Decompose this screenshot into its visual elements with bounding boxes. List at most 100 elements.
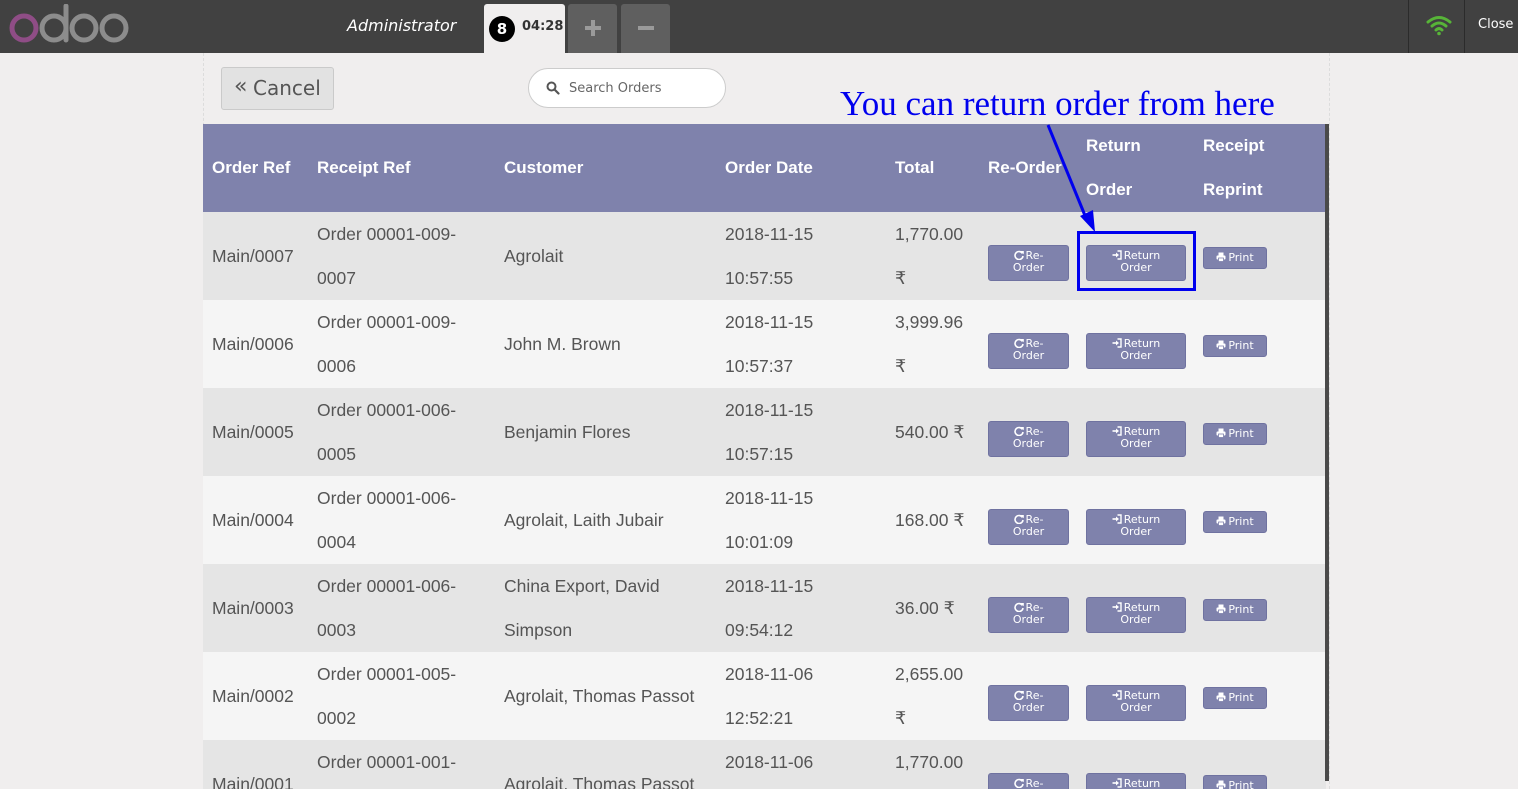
receipt-ref-line1: Order 00001-006- xyxy=(317,400,457,420)
order-time: 04:28 xyxy=(522,19,564,34)
reorder-button[interactable]: Re-Order xyxy=(988,773,1069,789)
cancel-button[interactable]: « Cancel xyxy=(221,67,334,110)
print-label: Print xyxy=(1228,339,1254,352)
total-cell: 1,770.00 xyxy=(895,752,964,772)
print-receipt-button[interactable]: Print xyxy=(1203,247,1267,269)
col-header-receipt-line1: Receipt xyxy=(1203,136,1265,155)
search-orders-input[interactable] xyxy=(569,78,719,98)
cashier-name[interactable]: Administrator xyxy=(347,16,456,35)
divider xyxy=(1464,0,1465,53)
col-header-customer: Customer xyxy=(504,158,584,177)
reorder-label-line2: Order xyxy=(1012,525,1045,538)
sign-in-icon xyxy=(1112,778,1122,788)
total-line1: 1,770.00 xyxy=(895,224,964,244)
order-date-cell: 2018-11-15 xyxy=(725,488,814,508)
reorder-button[interactable]: Re-Order xyxy=(988,333,1069,369)
annotation-text: You can return order from here xyxy=(840,84,1275,123)
print-receipt-button[interactable]: Print xyxy=(1203,511,1267,533)
col-header-receipt-line2: Reprint xyxy=(1203,180,1263,199)
table-body: Main/0007 Order 00001-009- 0007 Agrolait 201… xyxy=(203,212,1326,789)
table-header: Order Ref Receipt Ref Customer Order Dat… xyxy=(203,124,1326,212)
order-date-cell: 2018-11-15 xyxy=(725,576,814,596)
print-receipt-button[interactable]: Print xyxy=(1203,423,1267,445)
refresh-icon xyxy=(1013,602,1024,612)
print-icon xyxy=(1216,780,1226,789)
return-label-line2: Order xyxy=(1120,525,1152,538)
order-time-cell: 10:57:15 xyxy=(725,444,794,464)
reorder-button[interactable]: Re-Order xyxy=(988,509,1069,545)
sign-in-icon xyxy=(1112,514,1122,524)
return-label-line2: Order xyxy=(1120,349,1152,362)
annotation-arrow xyxy=(1046,124,1095,232)
print-icon xyxy=(1216,692,1226,702)
table-row[interactable]: Main/0004 Order 00001-006- 0004 Agrolait, L… xyxy=(203,476,1326,564)
return-order-button[interactable]: ReturnOrder xyxy=(1086,333,1186,369)
print-icon xyxy=(1216,428,1226,438)
table-row[interactable]: Main/0005 Order 00001-006- 0005 Benjamin Fl… xyxy=(203,388,1326,476)
customer-cell: John M. Brown xyxy=(504,334,621,354)
print-receipt-button[interactable]: Print xyxy=(1203,687,1267,709)
col-header-receipt-ref: Receipt Ref xyxy=(317,158,411,177)
print-icon xyxy=(1216,340,1226,350)
order-tab-active[interactable]: 8 04:28 xyxy=(484,4,565,53)
receipt-ref-line1: Order 00001-009- xyxy=(317,312,457,332)
order-date-cell: 2018-11-15 xyxy=(725,312,814,332)
return-order-button[interactable]: ReturnOrder xyxy=(1086,685,1186,721)
reorder-label-line2: Order xyxy=(1012,613,1045,626)
print-receipt-button[interactable]: Print xyxy=(1203,599,1267,621)
receipt-ref-line2: 0003 xyxy=(317,620,356,640)
print-icon xyxy=(1216,604,1226,614)
search-orders-box[interactable] xyxy=(528,68,726,108)
print-label: Print xyxy=(1228,603,1254,616)
order-date-cell: 2018-11-15 xyxy=(725,224,814,244)
cancel-label: Cancel xyxy=(253,76,321,100)
receipt-ref-line2: 0006 xyxy=(317,356,356,376)
customer-cell: Agrolait, Thomas Passot xyxy=(504,686,695,706)
reorder-button[interactable]: Re-Order xyxy=(988,685,1069,721)
return-order-button[interactable]: ReturnOrder xyxy=(1086,421,1186,457)
order-time-cell: 09:54:12 xyxy=(725,620,794,640)
receipt-ref-line2: 0005 xyxy=(317,444,356,464)
reorder-button[interactable]: Re-Order xyxy=(988,597,1069,633)
table-row[interactable]: Main/0002 Order 00001-005- 0002 Agrolait, T… xyxy=(203,652,1326,740)
table-row[interactable]: Main/0003 Order 00001-006- 0003 China Expor… xyxy=(203,564,1326,652)
refresh-icon xyxy=(1013,426,1024,436)
total-line2: ₹ xyxy=(895,268,907,288)
print-receipt-button[interactable]: Print xyxy=(1203,335,1267,357)
customer-cell: Agrolait, Laith Jubair xyxy=(504,510,664,530)
close-button[interactable]: Close xyxy=(1478,17,1513,32)
order-time-cell: 12:52:21 xyxy=(725,708,794,728)
sign-in-icon xyxy=(1112,338,1122,348)
return-order-button[interactable]: ReturnOrder xyxy=(1086,597,1186,633)
return-order-button[interactable]: ReturnOrder xyxy=(1086,509,1186,545)
scrollbar[interactable] xyxy=(1325,124,1329,781)
receipt-ref-line1: Order 00001-006- xyxy=(317,488,457,508)
total-cell: 540.00 ₹ xyxy=(895,422,965,442)
receipt-ref-line1: Order 00001-006- xyxy=(317,576,457,596)
print-label: Print xyxy=(1228,251,1254,264)
return-label-line2: Order xyxy=(1120,613,1152,626)
table-row[interactable]: Main/0001 Order 00001-001- 0001 Agrolait, T… xyxy=(203,740,1326,789)
pos-topbar: Administrator 8 04:28 Close xyxy=(0,0,1518,53)
divider xyxy=(1408,0,1409,53)
order-date-cell: 2018-11-06 xyxy=(725,752,814,772)
order-ref-cell: Main/0007 xyxy=(212,246,294,266)
new-order-button[interactable] xyxy=(568,4,617,53)
total-line2: ₹ xyxy=(895,708,907,728)
return-label-line2: Order xyxy=(1120,701,1152,714)
return-order-highlight-box xyxy=(1077,231,1196,291)
order-sequence-badge: 8 xyxy=(489,16,515,42)
delete-order-button[interactable] xyxy=(621,4,670,53)
customer-cell: Agrolait, Thomas Passot xyxy=(504,774,695,789)
wifi-icon[interactable] xyxy=(1426,14,1452,36)
print-label: Print xyxy=(1228,779,1254,789)
receipt-ref-line1: Order 00001-001- xyxy=(317,752,457,772)
reorder-button[interactable]: Re-Order xyxy=(988,245,1069,281)
print-receipt-button[interactable]: Print xyxy=(1203,775,1267,789)
order-time-cell: 10:01:09 xyxy=(725,532,794,552)
reorder-button[interactable]: Re-Order xyxy=(988,421,1069,457)
order-ref-cell: Main/0001 xyxy=(212,774,294,789)
order-ref-cell: Main/0006 xyxy=(212,334,294,354)
return-order-button[interactable]: ReturnOrder xyxy=(1086,773,1186,789)
table-row[interactable]: Main/0006 Order 00001-009- 0006 John M. Bro… xyxy=(203,300,1326,388)
